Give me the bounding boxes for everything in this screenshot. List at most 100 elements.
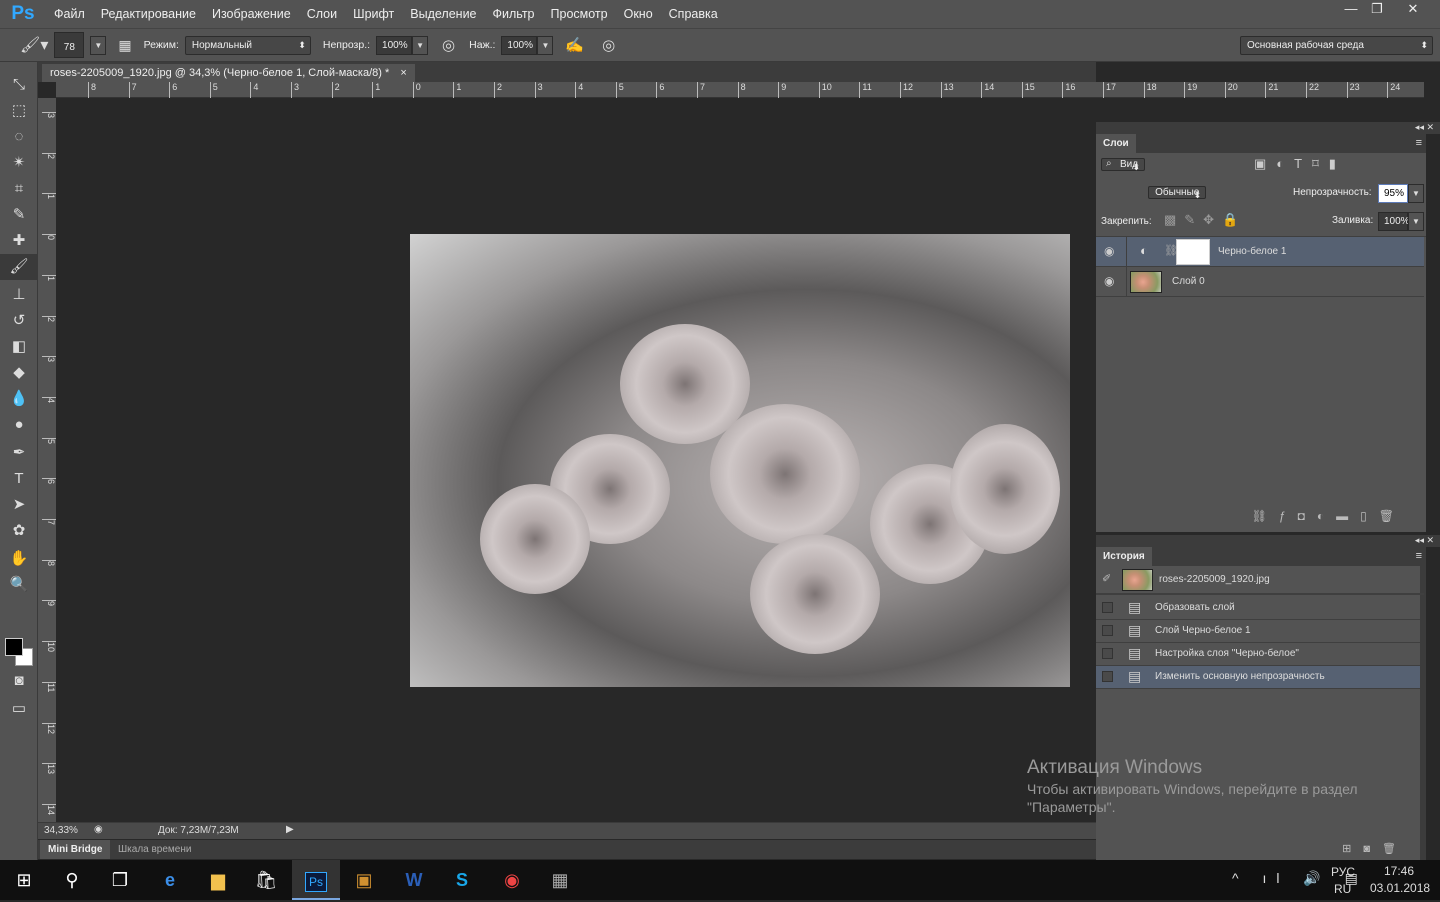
screen-mode-icon[interactable]: ▭ [0, 696, 38, 722]
flow-dropdown[interactable]: ▼ [537, 35, 554, 55]
menu-item[interactable]: Просмотр [543, 7, 616, 21]
pressure-opacity-icon[interactable]: ◎ [442, 36, 455, 54]
canvas-image[interactable] [410, 234, 1070, 687]
task-view-icon[interactable]: ❐ [96, 860, 144, 900]
dodge-icon[interactable]: ● [0, 412, 38, 438]
clock-time[interactable]: 17:46 [1384, 864, 1414, 878]
photoshop-taskbar-icon[interactable]: Ps [292, 860, 340, 900]
hand-icon[interactable]: ✋ [0, 546, 38, 572]
visibility-eye-icon[interactable]: ◉ [1104, 274, 1114, 288]
panel-menu-icon[interactable]: ≡ [1416, 137, 1422, 149]
menu-item[interactable]: Файл [46, 7, 93, 21]
history-checkbox[interactable] [1102, 625, 1113, 636]
document-tab[interactable]: roses-2205009_1920.jpg @ 34,3% (Черно-бе… [42, 64, 415, 82]
history-checkbox[interactable] [1102, 602, 1113, 613]
foreground-color-swatch-top[interactable] [5, 638, 23, 656]
menu-item[interactable]: Редактирование [93, 7, 204, 21]
blend-mode-select[interactable]: Обычные [1148, 186, 1207, 199]
airbrush-icon[interactable]: ✍ [565, 36, 584, 54]
marquee-icon[interactable]: ⬚ [0, 98, 38, 124]
history-state[interactable]: ▤ Настройка слоя "Черно-белое" [1096, 643, 1420, 666]
start-button[interactable]: ⊞ [0, 860, 48, 900]
mode-select[interactable]: Нормальный [184, 35, 311, 55]
brush-icon[interactable]: 🖌 [0, 254, 38, 280]
type-icon[interactable]: T [0, 466, 38, 492]
tab-mini-bridge[interactable]: Mini Bridge [40, 840, 111, 859]
menu-item[interactable]: Слои [299, 7, 345, 21]
history-state[interactable]: ▤ Слой Черно-белое 1 [1096, 620, 1420, 643]
collapse-icon[interactable]: ◂◂ ✕ [1415, 535, 1434, 545]
file-explorer-icon[interactable]: ▆ [194, 860, 242, 900]
tab-layers[interactable]: Слои [1096, 134, 1136, 153]
opacity-dropdown[interactable]: ▼ [412, 35, 429, 55]
history-brush-source-icon[interactable]: ✐ [1102, 572, 1111, 585]
history-checkbox[interactable] [1102, 648, 1113, 659]
zoom-icon[interactable]: 🔍 [0, 572, 38, 598]
brush-panel-icon[interactable]: ▦ [118, 37, 131, 54]
chrome-icon[interactable]: ◉ [488, 860, 536, 900]
menu-item[interactable]: Окно [616, 7, 661, 21]
brush-tool-icon[interactable]: 🖌▾ [20, 35, 48, 55]
visibility-eye-icon[interactable]: ◉ [1104, 244, 1114, 258]
healing-brush-icon[interactable]: ✚ [0, 228, 38, 254]
tab-timeline[interactable]: Шкала времени [110, 840, 199, 859]
history-brush-icon[interactable]: ↺ [0, 308, 38, 334]
collapse-icon[interactable]: ◂◂ ✕ [1415, 122, 1434, 132]
restore-button[interactable]: ❐ [1360, 0, 1394, 20]
move-icon[interactable]: ⤡ [0, 72, 38, 98]
menu-item[interactable]: Фильтр [485, 7, 543, 21]
stamp-icon[interactable]: ⊥ [0, 282, 38, 308]
pressure-size-icon[interactable]: ◎ [602, 36, 615, 54]
layer-row[interactable]: ◉ ◐ ⛓ Черно-белое 1 [1096, 237, 1424, 267]
workspace-select[interactable]: Основная рабочая среда [1240, 36, 1433, 55]
layer-mask-thumbnail[interactable] [1176, 239, 1210, 265]
menu-item[interactable]: Справка [661, 7, 726, 21]
history-checkbox[interactable] [1102, 671, 1113, 682]
history-footer-icons[interactable]: ⊞◙🗑 [1096, 842, 1420, 860]
search-icon[interactable]: ⚲ [48, 860, 96, 900]
eyedropper-icon[interactable]: ✎ [0, 202, 38, 228]
flow-input[interactable]: 100% [501, 35, 538, 55]
document-tab-close[interactable]: × [400, 67, 406, 79]
pen-icon[interactable]: ✒ [0, 440, 38, 466]
blur-icon[interactable]: 💧 [0, 386, 38, 412]
brush-preset-dropdown[interactable]: ▼ [90, 35, 107, 55]
fill-dropdown[interactable]: ▼ [1408, 212, 1424, 231]
lock-icons[interactable]: ▩✎✥🔒 [1164, 212, 1246, 228]
word-icon[interactable]: W [390, 860, 438, 900]
menu-item[interactable]: Изображение [204, 7, 299, 21]
layer-filter-icons[interactable]: ▣◐T⌑▮ [1254, 156, 1346, 172]
quick-mask-icon[interactable]: ◙ [0, 668, 38, 694]
layer-opacity-dropdown[interactable]: ▼ [1408, 184, 1424, 203]
opacity-input[interactable]: 100% [376, 35, 413, 55]
fill-input[interactable]: 100% [1378, 212, 1410, 231]
shape-icon[interactable]: ✿ [0, 518, 38, 544]
magic-wand-icon[interactable]: ✴ [0, 150, 38, 176]
status-menu-arrow[interactable]: ▶ [286, 824, 294, 835]
panel-menu-icon[interactable]: ≡ [1416, 550, 1422, 562]
language-indicator[interactable]: РУС [1331, 865, 1355, 879]
paint-bucket-icon[interactable]: ◆ [0, 360, 38, 386]
history-snapshot[interactable]: ✐ roses-2205009_1920.jpg [1096, 566, 1424, 595]
close-button[interactable]: ✕ [1396, 0, 1430, 20]
crop-icon[interactable]: ⌗ [0, 176, 38, 202]
menu-item[interactable]: Выделение [402, 7, 484, 21]
tools-grip[interactable] [0, 62, 37, 72]
lasso-icon[interactable]: ◌ [0, 124, 38, 150]
eraser-icon[interactable]: ◧ [0, 334, 38, 360]
skype-icon[interactable]: S [438, 860, 486, 900]
edge-icon[interactable]: e [146, 860, 194, 900]
layer-opacity-input[interactable]: 95% [1378, 184, 1408, 203]
history-state[interactable]: ▤ Изменить основную непрозрачность [1096, 666, 1420, 689]
status-info-icon[interactable]: ◉ [94, 824, 103, 835]
app-window-icon[interactable]: ▦ [536, 860, 584, 900]
layer-row[interactable]: ◉ Слой 0 [1096, 267, 1424, 297]
layers-footer-icons[interactable]: ⛓ƒ◘◐▬▯🗑 [1096, 506, 1426, 532]
clock-date[interactable]: 03.01.2018 [1370, 881, 1430, 895]
brush-size-picker[interactable]: 78 [54, 32, 85, 58]
path-selection-icon[interactable]: ➤ [0, 492, 38, 518]
zoom-level[interactable]: 34,33% [44, 825, 78, 836]
store-icon[interactable]: 🛍 [242, 860, 290, 900]
history-state[interactable]: ▤ Образовать слой [1096, 597, 1420, 620]
menu-item[interactable]: Шрифт [345, 7, 402, 21]
